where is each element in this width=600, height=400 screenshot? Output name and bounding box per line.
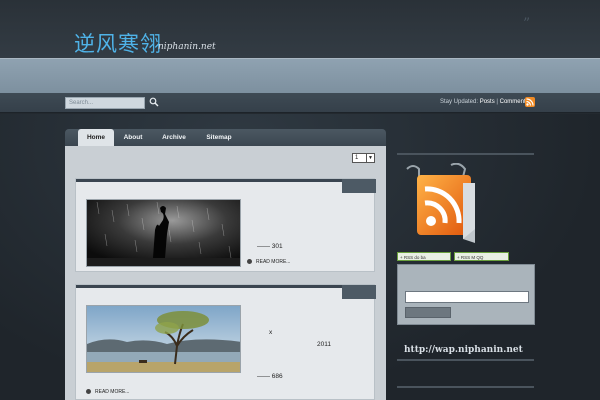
site-title[interactable]: 逆风寒翎 — [74, 28, 162, 58]
subscribe-button[interactable] — [405, 307, 451, 318]
sidebar-divider — [397, 359, 534, 361]
rss-feed-icon[interactable] — [403, 163, 488, 245]
site-domain: niphanin.net — [158, 42, 216, 52]
post-thumbnail[interactable] — [86, 305, 241, 373]
stay-updated-label: Stay Updated: — [440, 99, 479, 105]
bullet-icon — [86, 389, 91, 395]
post-card: x 2011 —— 686 READ MORE... — [75, 284, 376, 400]
post-views: —— 301 — [257, 243, 283, 250]
tab-home[interactable]: Home — [78, 129, 114, 146]
bullet-icon — [247, 259, 252, 265]
qq-mail-badge[interactable]: + RSS M QQ — [454, 252, 509, 261]
post-header — [76, 285, 376, 299]
stay-updated: Stay Updated: Posts | Comments — [440, 99, 529, 105]
subscribe-input[interactable] — [405, 291, 529, 303]
main-nav — [0, 58, 600, 93]
read-more-label: READ MORE... — [95, 389, 130, 395]
sidebar-divider — [397, 386, 534, 388]
search-icon[interactable] — [149, 97, 159, 107]
search-input[interactable]: Search... — [65, 97, 145, 109]
read-more-link[interactable]: READ MORE... — [247, 259, 290, 265]
chevron-down-icon: ▼ — [366, 154, 374, 162]
rss-icon[interactable] — [525, 97, 535, 107]
tree-lake-image — [87, 306, 240, 372]
page-select-value: 1 — [355, 155, 359, 161]
site-header: 逆风寒翎 niphanin.net ” — [0, 0, 600, 58]
tab-about[interactable]: About — [118, 129, 148, 146]
feed-separator: | — [496, 99, 498, 105]
tab-sitemap[interactable]: Sitemap — [201, 129, 237, 146]
page-select[interactable]: 1 ▼ — [352, 153, 375, 163]
read-more-link[interactable]: READ MORE... — [86, 389, 129, 395]
read-more-label: READ MORE... — [256, 259, 291, 265]
post-extra-mark: x — [269, 329, 273, 336]
wap-link[interactable]: http://wap.niphanin.net — [404, 345, 523, 355]
dobao-badge[interactable]: + RSS do ba — [397, 252, 451, 261]
quote-icon: ” — [523, 16, 531, 32]
posts-feed-link[interactable]: Posts — [480, 99, 495, 105]
post-date-block — [342, 285, 376, 299]
post-views: —— 686 — [257, 373, 283, 380]
sidebar-divider — [397, 153, 534, 155]
post-card: —— 301 READ MORE... — [75, 178, 376, 272]
post-date-block — [342, 179, 376, 193]
tab-bar: Home About Archive Sitemap — [65, 129, 386, 146]
rain-image — [87, 200, 240, 266]
tab-archive[interactable]: Archive — [156, 129, 192, 146]
post-thumbnail[interactable] — [86, 199, 241, 267]
post-year: 2011 — [317, 341, 331, 348]
post-header — [76, 179, 376, 193]
search-bar: Search... Stay Updated: Posts | Comments — [0, 93, 600, 113]
